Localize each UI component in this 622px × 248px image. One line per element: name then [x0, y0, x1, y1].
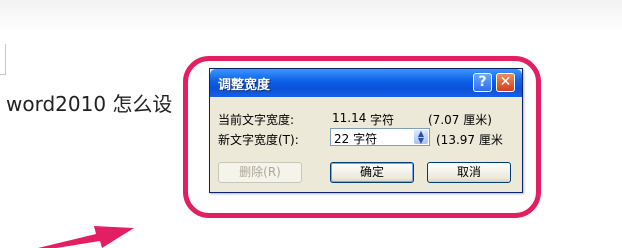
delete-button[interactable]: 删除(R): [218, 162, 302, 183]
current-width-label: 当前文字宽度:: [218, 113, 295, 127]
help-icon[interactable]: ?: [473, 73, 492, 92]
dialog-title: 调整宽度: [218, 78, 271, 93]
dialog-titlebar[interactable]: 调整宽度 ? ✕: [210, 69, 522, 97]
new-width-input[interactable]: 22 字符: [334, 130, 377, 147]
cancel-button[interactable]: 取消: [427, 162, 511, 183]
new-width-spinner[interactable]: 22 字符 ▲ ▼: [330, 128, 430, 146]
adjust-width-dialog: 调整宽度 ? ✕ 当前文字宽度: 11.14 字符 (7.07 厘米) 新文字宽…: [209, 68, 523, 193]
document-text: word2010 怎么设: [6, 92, 173, 116]
ok-button[interactable]: 确定: [330, 162, 414, 183]
spin-arrows-icon[interactable]: ▲ ▼: [414, 130, 428, 145]
new-width-label: 新文字宽度(T):: [218, 133, 299, 147]
margin-corner-mark: [0, 44, 6, 75]
close-icon[interactable]: ✕: [496, 73, 515, 92]
new-width-cm: (13.97 厘米: [436, 133, 503, 147]
current-width-cm: (7.07 厘米): [428, 113, 492, 127]
current-width-value: 11.14: [332, 111, 367, 125]
current-width-unit: 字符: [370, 113, 395, 127]
arrow-icon: [38, 226, 134, 248]
toolbar-shadow: [0, 0, 622, 32]
